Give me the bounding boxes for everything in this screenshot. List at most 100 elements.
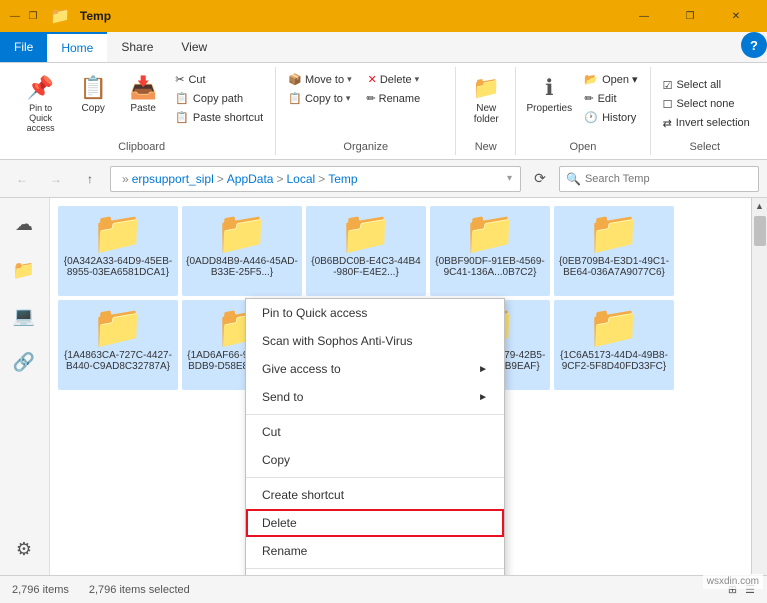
delete-button[interactable]: ✕ Delete ▾ (362, 71, 426, 88)
search-box[interactable]: 🔍 (559, 166, 759, 192)
up-button[interactable]: ↑ (76, 166, 104, 192)
history-icon: 🕐 (584, 111, 598, 124)
file-9-name: {1C6A5173-44D4-49B8-9CF2-5F8D40FD33FC} (558, 350, 670, 372)
select-all-label: Select all (676, 79, 721, 91)
scroll-up-button[interactable]: ▲ (753, 198, 767, 214)
ctx-send-to-label: Send to (262, 390, 303, 404)
paste-shortcut-icon: 📋 (175, 111, 189, 124)
search-input[interactable] (585, 173, 752, 185)
ctx-pin-label: Pin to Quick access (262, 306, 367, 320)
folder-2-icon: 📁 (340, 212, 392, 254)
left-panel-cloud[interactable]: ☁ (2, 202, 46, 246)
path-dropdown-arrow[interactable]: ▾ (507, 173, 512, 184)
address-bar: ← → ↑ » erpsupport_sipl > AppData > Loca… (0, 160, 767, 198)
open-icon: 📂 (584, 73, 598, 86)
pin-quick-access-button[interactable]: 📌 Pin to Quickaccess (14, 71, 67, 137)
clipboard-group: 📌 Pin to Quickaccess 📋 Copy 📥 Paste ✂ Cu… (8, 67, 276, 155)
paste-shortcut-button[interactable]: 📋 Paste shortcut (169, 109, 269, 126)
left-panel-folder[interactable]: 📁 (2, 248, 46, 292)
left-panel-network[interactable]: 🔗 (2, 340, 46, 384)
file-area[interactable]: 📁 {0A342A33-64D9-45EB-8955-03EA6581DCA1}… (50, 198, 751, 575)
scroll-thumb[interactable] (754, 216, 766, 246)
open-group: ℹ Properties 📂 Open ▾ ✏ Edit 🕐 History O… (516, 67, 650, 155)
scrollbar[interactable]: ▲ (751, 198, 767, 575)
history-button[interactable]: 🕐 History (578, 109, 643, 126)
file-item-4[interactable]: 📁 {0EB709B4-E3D1-49C1-BE64-036A7A9077C6} (554, 206, 674, 296)
maximize-button[interactable]: ❐ (667, 0, 713, 32)
new-folder-button[interactable]: 📁 Newfolder (462, 71, 510, 129)
select-all-button[interactable]: ☑ Select all (657, 77, 728, 94)
path-appdata[interactable]: AppData (227, 172, 274, 186)
rename-button[interactable]: ✏ Rename (360, 90, 426, 107)
open-button[interactable]: 📂 Open ▾ (578, 71, 643, 88)
tab-file[interactable]: File (0, 32, 47, 62)
file-item-3[interactable]: 📁 {0BBF90DF-91EB-4569-9C41-136A...0B7C2} (430, 206, 550, 296)
file-4-name: {0EB709B4-E3D1-49C1-BE64-036A7A9077C6} (558, 256, 670, 278)
invert-label: Invert selection (676, 117, 750, 129)
path-temp[interactable]: Temp (328, 172, 357, 186)
left-panel: ☁ 📁 💻 🔗 ⚙ (0, 198, 50, 575)
ctx-give-access[interactable]: Give access to ► (246, 355, 504, 383)
invert-selection-button[interactable]: ⇄ Invert selection (657, 115, 756, 132)
folder-9-icon: 📁 (588, 306, 640, 348)
paste-shortcut-label: Paste shortcut (193, 112, 263, 124)
close-button[interactable]: ✕ (713, 0, 759, 32)
tab-home[interactable]: Home (47, 32, 107, 62)
copy-path-button[interactable]: 📋 Copy path (169, 90, 269, 107)
tab-share[interactable]: Share (107, 32, 167, 62)
cut-label: Cut (188, 74, 205, 86)
ctx-scan-sophos[interactable]: Scan with Sophos Anti-Virus (246, 327, 504, 355)
minimize-button[interactable]: — (621, 0, 667, 32)
path-sep2: > (276, 172, 283, 186)
open-buttons: ℹ Properties 📂 Open ▾ ✏ Edit 🕐 History (522, 69, 643, 137)
file-item-0[interactable]: 📁 {0A342A33-64D9-45EB-8955-03EA6581DCA1} (58, 206, 178, 296)
organize-group: 📦 Move to ▾ ✕ Delete ▾ 📋 Copy to ▾ ✏ (276, 67, 456, 155)
ctx-send-to[interactable]: Send to ► (246, 383, 504, 411)
cloud-icon: ☁ (15, 214, 33, 235)
ctx-delete[interactable]: Delete (246, 509, 504, 537)
rename-label: Rename (379, 93, 421, 105)
left-panel-bottom: ⚙ (2, 527, 47, 571)
cut-icon: ✂ (175, 73, 184, 86)
main-area: ☁ 📁 💻 🔗 ⚙ 📁 {0A342A33-64D9-45EB-8955-03E… (0, 198, 767, 575)
ctx-properties[interactable]: Properties (246, 572, 504, 575)
copy-button[interactable]: 📋 Copy (69, 71, 117, 118)
path-local[interactable]: Local (286, 172, 315, 186)
edit-button[interactable]: ✏ Edit (578, 90, 643, 107)
ctx-pin-quick-access[interactable]: Pin to Quick access (246, 299, 504, 327)
address-path[interactable]: » erpsupport_sipl > AppData > Local > Te… (110, 166, 521, 192)
back-button[interactable]: ← (8, 166, 36, 192)
new-buttons: 📁 Newfolder (462, 69, 509, 137)
title-bar-icons: — ❐ (8, 9, 40, 23)
invert-icon: ⇄ (663, 117, 672, 130)
left-panel-settings[interactable]: ⚙ (2, 527, 46, 571)
ctx-copy[interactable]: Copy (246, 446, 504, 474)
window-controls[interactable]: — ❐ ✕ (621, 0, 759, 32)
properties-button[interactable]: ℹ Properties (522, 71, 576, 118)
copy-to-arrow: ▾ (346, 93, 351, 104)
context-menu: Pin to Quick access Scan with Sophos Ant… (245, 298, 505, 575)
help-button[interactable]: ? (741, 32, 767, 58)
refresh-button[interactable]: ⟳ (527, 166, 553, 192)
tab-view[interactable]: View (167, 32, 221, 62)
move-to-button[interactable]: 📦 Move to ▾ (282, 71, 357, 88)
file-0-name: {0A342A33-64D9-45EB-8955-03EA6581DCA1} (62, 256, 174, 278)
file-item-1[interactable]: 📁 {0ADD84B9-A446-45AD-B33E-25F5...} (182, 206, 302, 296)
ctx-create-shortcut[interactable]: Create shortcut (246, 481, 504, 509)
ctx-rename[interactable]: Rename (246, 537, 504, 565)
folder-nav-icon: 📁 (13, 260, 35, 281)
left-panel-computer[interactable]: 💻 (2, 294, 46, 338)
cut-button[interactable]: ✂ Cut (169, 71, 269, 88)
path-erpsupport[interactable]: erpsupport_sipl (132, 172, 214, 186)
folder-4-icon: 📁 (588, 212, 640, 254)
file-item-2[interactable]: 📁 {0B6BDC0B-E4C3-44B4-980F-E4E2...} (306, 206, 426, 296)
edit-icon: ✏ (584, 92, 593, 105)
ctx-scan-label: Scan with Sophos Anti-Virus (262, 334, 413, 348)
copy-to-button[interactable]: 📋 Copy to ▾ (282, 90, 356, 107)
file-item-9[interactable]: 📁 {1C6A5173-44D4-49B8-9CF2-5F8D40FD33FC} (554, 300, 674, 390)
forward-button[interactable]: → (42, 166, 70, 192)
file-item-5[interactable]: 📁 {1A4863CA-727C-4427-B440-C9AD8C32787A} (58, 300, 178, 390)
select-none-button[interactable]: ☐ Select none (657, 96, 741, 113)
ctx-cut[interactable]: Cut (246, 418, 504, 446)
paste-button[interactable]: 📥 Paste (119, 71, 167, 118)
